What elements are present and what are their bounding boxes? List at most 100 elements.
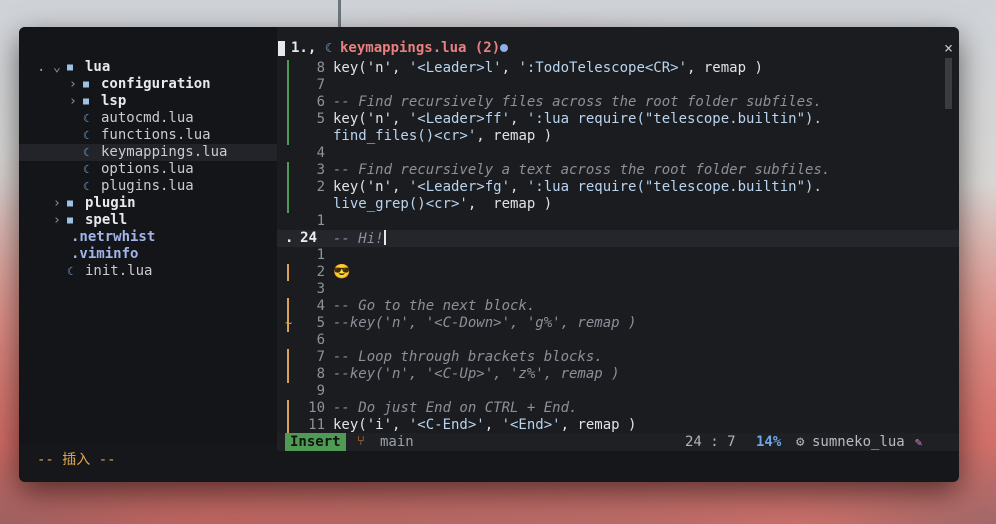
code-comment: -- Go to the next block. bbox=[333, 298, 536, 314]
line-number: 7 bbox=[316, 77, 325, 93]
tree-item-label: functions.lua bbox=[101, 127, 211, 143]
line-number: 8 bbox=[316, 60, 325, 76]
tree-item[interactable]: ☾ functions.lua bbox=[19, 127, 277, 144]
code-line[interactable]: 😎 bbox=[333, 264, 350, 281]
lsp-client: sumneko_lua bbox=[812, 434, 905, 450]
code-line[interactable]: --key('n', '<C-Down>', 'g%', remap ) bbox=[333, 315, 636, 332]
code-line[interactable]: key('n', '<Leader>fg', ':lua require("te… bbox=[333, 179, 822, 196]
chevron-down-icon[interactable]: ⌄ bbox=[53, 59, 61, 76]
tree-item-label: spell bbox=[85, 212, 128, 228]
tab-number[interactable]: 1., bbox=[291, 40, 316, 56]
line-number: 5 bbox=[316, 315, 325, 331]
chevron-right-icon[interactable]: › bbox=[53, 195, 61, 212]
tree-item-label: configuration bbox=[101, 76, 211, 92]
code-line[interactable]: -- Do just End on CTRL + End. bbox=[333, 400, 577, 417]
code-line[interactable]: find_files()<cr>', remap ) bbox=[333, 128, 552, 145]
tree-item[interactable]: ☾ keymappings.lua bbox=[19, 144, 277, 161]
code-line[interactable]: -- Hi! bbox=[333, 230, 386, 248]
code-comment: -- Hi! bbox=[333, 231, 384, 247]
line-number: 2 bbox=[316, 264, 325, 280]
git-sign bbox=[287, 128, 289, 145]
line-number: 8 bbox=[316, 366, 325, 382]
code-line[interactable]: key('n', '<Leader>l', ':TodoTelescope<CR… bbox=[333, 60, 763, 77]
line-number: 5 bbox=[316, 111, 325, 127]
code-line[interactable]: key('n', '<Leader>ff', ':lua require("te… bbox=[333, 111, 822, 128]
tree-item[interactable]: .netrwhist bbox=[19, 229, 277, 246]
statusline: Insert ⑂ main 24 : 7 14% ⚙ sumneko_lua ✎ bbox=[277, 433, 959, 451]
scroll-percent: 14% bbox=[756, 434, 782, 450]
tree-item[interactable]: .viminfo bbox=[19, 246, 277, 263]
code-string: '<Leader>fg' bbox=[408, 179, 511, 195]
code-comment: -- Find recursively files across the roo… bbox=[333, 94, 822, 110]
git-sign bbox=[287, 196, 289, 213]
tree-marker: . bbox=[37, 59, 46, 75]
tree-item-label: .viminfo bbox=[71, 246, 139, 262]
lua-file-icon: ☾ bbox=[83, 129, 90, 142]
code-text: key('i', bbox=[333, 417, 409, 433]
code-text: , bbox=[510, 111, 527, 127]
line-number: 3 bbox=[316, 281, 325, 297]
file-tree: . ⌄ ■ lua › ■ configuration › ■ lsp ☾ autocmd.lua ☾ f… bbox=[19, 27, 277, 445]
code-line[interactable]: key('i', '<C-End>', '<End>', remap ) bbox=[333, 417, 636, 434]
code-string: '<End>' bbox=[501, 417, 561, 433]
lua-file-icon: ☾ bbox=[83, 180, 90, 193]
line-number: 6 bbox=[316, 332, 325, 348]
code-string: '<Leader>l' bbox=[408, 60, 502, 76]
code-line[interactable]: -- Find recursively a text across the ro… bbox=[333, 162, 830, 179]
line-number: 24 bbox=[300, 230, 317, 246]
tree-item[interactable]: ☾ options.lua bbox=[19, 161, 277, 178]
scrollbar[interactable] bbox=[945, 58, 952, 109]
code-string: live_grep()<cr>' bbox=[333, 196, 468, 212]
close-icon[interactable]: × bbox=[944, 39, 953, 57]
tree-item[interactable]: › ■ spell bbox=[19, 212, 277, 229]
code-text: , bbox=[510, 179, 527, 195]
code-string: '<Leader>ff' bbox=[408, 111, 511, 127]
terminal-window: . ⌄ ■ lua › ■ configuration › ■ lsp ☾ autocmd.lua ☾ f… bbox=[19, 27, 959, 482]
line-number: 4 bbox=[316, 298, 325, 314]
tree-item[interactable]: ☾ autocmd.lua bbox=[19, 110, 277, 127]
folder-icon: ■ bbox=[67, 215, 74, 226]
tree-item-label: lua bbox=[85, 59, 111, 75]
tree-item[interactable]: › ■ plugin bbox=[19, 195, 277, 212]
line-number: 9 bbox=[316, 383, 325, 399]
tree-item[interactable]: ☾ init.lua bbox=[19, 263, 277, 280]
cursor-position: 24 : 7 bbox=[685, 434, 736, 450]
code-text: , remap ) bbox=[476, 128, 553, 144]
code-text: 😎 bbox=[333, 264, 351, 280]
tree-item-label: .netrwhist bbox=[71, 229, 156, 245]
modified-dot-icon bbox=[500, 44, 508, 52]
tab-title[interactable]: keymappings.lua (2) bbox=[340, 40, 500, 56]
tree-item[interactable]: . ⌄ ■ lua bbox=[19, 59, 277, 76]
code-string: find_files()<cr>' bbox=[333, 128, 477, 144]
tree-item-label: plugin bbox=[85, 195, 136, 211]
line-number: 3 bbox=[316, 162, 325, 178]
tree-item[interactable]: › ■ configuration bbox=[19, 76, 277, 93]
code-string: '<C-End>' bbox=[408, 417, 485, 433]
tree-item-label: keymappings.lua bbox=[101, 144, 228, 160]
tree-item[interactable]: ☾ plugins.lua bbox=[19, 178, 277, 195]
code-line[interactable]: -- Find recursively files across the roo… bbox=[333, 94, 822, 111]
tree-item-label: options.lua bbox=[101, 161, 194, 177]
code-line[interactable]: -- Go to the next block. bbox=[333, 298, 535, 315]
branch-name: main bbox=[380, 434, 414, 450]
line-number: 10 bbox=[308, 400, 325, 416]
tree-item[interactable]: › ■ lsp bbox=[19, 93, 277, 110]
code-comment: -- Loop through brackets blocks. bbox=[333, 349, 603, 365]
line-number: 6 bbox=[316, 94, 325, 110]
code-line[interactable]: -- Loop through brackets blocks. bbox=[333, 349, 603, 366]
mode-indicator: Insert bbox=[285, 433, 346, 451]
chevron-right-icon[interactable]: › bbox=[69, 93, 77, 110]
code-line[interactable]: live_grep()<cr>', remap ) bbox=[333, 196, 552, 213]
chevron-right-icon[interactable]: › bbox=[69, 76, 77, 93]
tab-cursor bbox=[278, 41, 285, 56]
chevron-right-icon[interactable]: › bbox=[53, 212, 61, 229]
editor-pane[interactable]: 1., ☾ keymappings.lua (2) × 8 key('n', '<… bbox=[277, 27, 959, 445]
code-line[interactable]: --key('n', '<C-Up>', 'z%', remap ) bbox=[333, 366, 620, 383]
line-number: 7 bbox=[316, 349, 325, 365]
code-text: key('n', bbox=[333, 60, 409, 76]
code-comment: --key('n', '<C-Up>', 'z%', remap ) bbox=[333, 366, 620, 382]
line-number: 2 bbox=[316, 179, 325, 195]
code-comment: -- Do just End on CTRL + End. bbox=[333, 400, 578, 416]
gear-icon: ⚙ bbox=[796, 434, 805, 450]
line-number: 11 bbox=[308, 417, 325, 433]
